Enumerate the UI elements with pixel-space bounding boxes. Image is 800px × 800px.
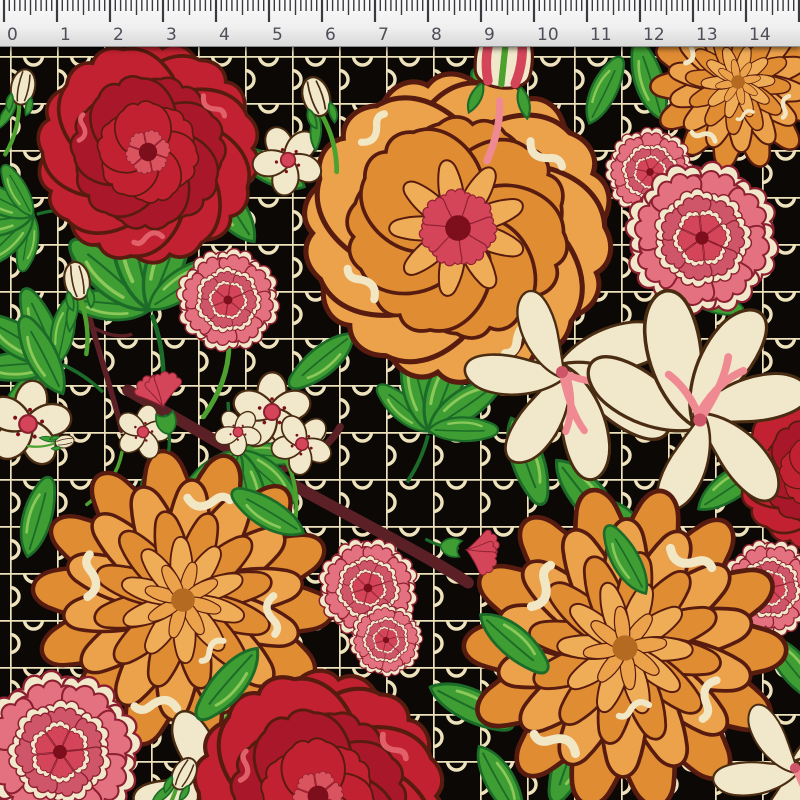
ruler-number: 8 bbox=[431, 25, 442, 45]
ruler-number: 0 bbox=[7, 25, 18, 45]
ruler-number: 5 bbox=[272, 25, 283, 45]
ruler-number: 6 bbox=[325, 25, 336, 45]
ruler-number: 12 bbox=[643, 25, 665, 45]
ruler-number: 11 bbox=[590, 25, 612, 45]
ruler-number: 3 bbox=[166, 25, 177, 45]
ruler-number: 1 bbox=[60, 25, 71, 45]
fabric-swatch-photo: Fabric swatch photographed with a centim… bbox=[0, 0, 800, 800]
fabric-print bbox=[0, 0, 800, 800]
ruler-number: 14 bbox=[749, 25, 771, 45]
ruler-number: 7 bbox=[378, 25, 389, 45]
ruler-number: 2 bbox=[113, 25, 124, 45]
ruler-number: 9 bbox=[484, 25, 495, 45]
ruler-number: 13 bbox=[696, 25, 718, 45]
ruler-number: 10 bbox=[537, 25, 559, 45]
ruler: 01234567891011121314 bbox=[0, 0, 800, 47]
ruler-scale: 01234567891011121314 bbox=[0, 0, 800, 46]
ruler-number: 4 bbox=[219, 25, 230, 45]
